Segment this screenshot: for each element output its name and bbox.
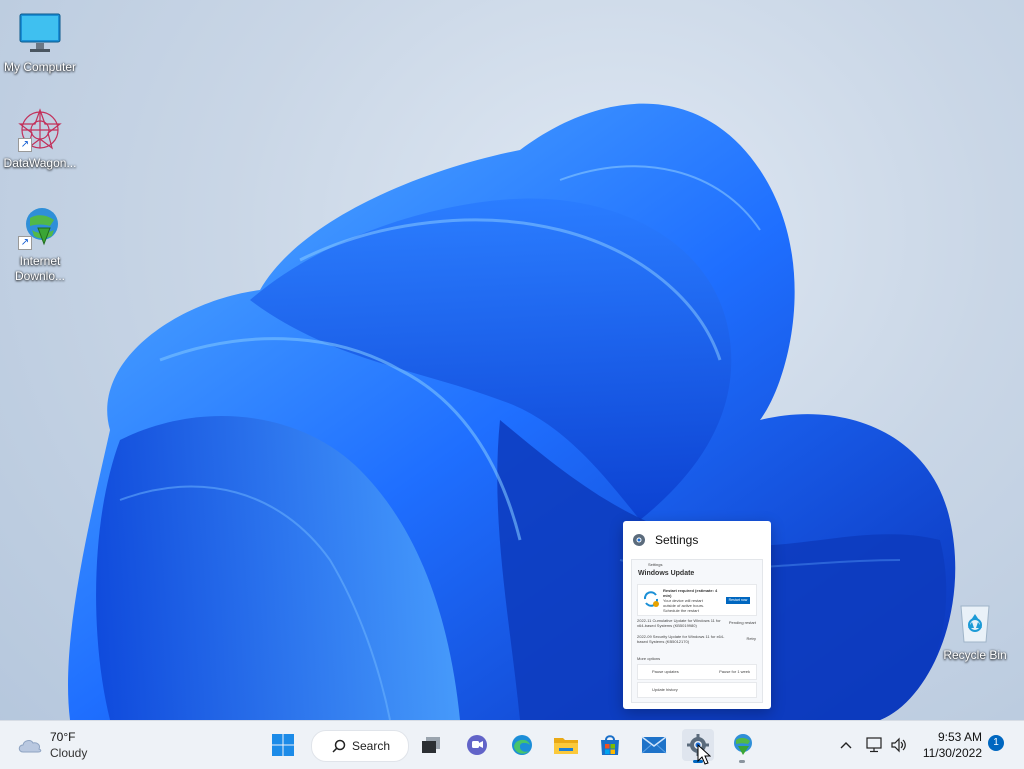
preview-update-item: 2022-09 Security Update for Windows 11 f… [637, 634, 725, 644]
settings-gear-icon [633, 534, 645, 546]
mail-button[interactable] [638, 729, 670, 761]
desktop-icon-internet-download-manager[interactable]: ↗ Internet Downlo... [0, 204, 80, 284]
weather-temperature: 70°F [50, 730, 76, 744]
show-hidden-icons-button[interactable] [836, 729, 856, 761]
mouse-pointer-icon [697, 744, 711, 765]
taskbar-clock[interactable]: 9:53 AM 11/30/2022 [910, 729, 982, 761]
settings-window-thumbnail[interactable]: Settings Settings Windows Update Restart… [623, 521, 771, 709]
shortcut-arrow-icon: ↗ [18, 236, 32, 250]
shortcut-arrow-icon: ↗ [18, 138, 32, 152]
volume-button[interactable] [888, 729, 910, 761]
desktop-wallpaper [68, 103, 956, 720]
preview-history-card: Update history [637, 682, 757, 698]
update-sync-icon [643, 591, 659, 607]
idm-globe-icon: ↗ [16, 204, 64, 252]
teams-chat-icon [467, 735, 487, 755]
network-status-button[interactable] [864, 729, 886, 761]
chevron-up-icon [840, 742, 852, 749]
preview-update-item: 2022-11 Cumulative Update for Windows 11… [637, 618, 721, 628]
desktop-icon-datawagon[interactable]: ↗ DataWagon... [0, 106, 80, 171]
weather-condition: Cloudy [50, 746, 88, 760]
store-icon [601, 735, 619, 755]
search-icon [332, 739, 346, 753]
edge-icon [512, 735, 532, 755]
preview-status-card: Restart required (estimate: 4 min) Your … [637, 584, 757, 616]
desktop-icon-recycle-bin[interactable]: Recycle Bin [935, 598, 1015, 663]
taskbar: 70°F Cloudy Search 9:53 AM 11/30/2022 [0, 720, 1024, 769]
thumbnail-title: Settings [655, 533, 699, 547]
thumbnail-header: Settings [623, 521, 771, 559]
desktop-icon-my-computer[interactable]: My Computer [0, 10, 80, 75]
task-view-button[interactable] [415, 729, 447, 761]
desktop-icon-label: Recycle Bin [943, 648, 1007, 662]
weather-widget[interactable]: 70°F Cloudy [16, 729, 87, 761]
preview-pause-value: Pause for 1 week [719, 669, 750, 674]
preview-page-title: Windows Update [638, 570, 695, 577]
preview-status-title: Restart required (estimate: 4 min) [663, 588, 718, 598]
desktop-icon-label-line1: Internet [19, 254, 61, 268]
preview-update-status: Retry [746, 636, 756, 641]
desktop-icon-label-line2: Downlo... [14, 269, 66, 283]
notification-badge[interactable]: 1 [988, 735, 1004, 751]
preview-status-desc: Your device will restart outside of acti… [663, 598, 705, 608]
preview-pause-label: Pause updates [652, 669, 679, 674]
preview-restart-button: Restart now [726, 597, 750, 604]
recycle-bin-icon [951, 598, 999, 646]
cloud-icon [18, 740, 42, 753]
datawagon-logo-icon: ↗ [16, 106, 64, 154]
teams-chat-button[interactable] [461, 729, 493, 761]
microsoft-store-button[interactable] [594, 729, 626, 761]
preview-window-title: Settings [648, 562, 663, 567]
edge-browser-button[interactable] [506, 729, 538, 761]
idm-taskbar-button[interactable] [726, 729, 758, 763]
volume-icon [891, 737, 906, 753]
clock-time: 9:53 AM [937, 730, 982, 744]
preview-update-status: Pending restart [728, 620, 756, 625]
start-button[interactable] [267, 729, 299, 761]
preview-more-options: More options [637, 656, 661, 661]
task-view-icon [422, 737, 440, 753]
desktop-icon-label: DataWagon... [3, 156, 77, 170]
mail-icon [641, 736, 667, 754]
preview-pause-card: Pause updates Pause for 1 week [637, 664, 757, 680]
taskbar-search-button[interactable]: Search [311, 730, 409, 762]
monitor-icon [16, 10, 64, 58]
desktop-icon-label: My Computer [3, 60, 77, 74]
file-explorer-icon [554, 738, 578, 754]
windows-start-icon [272, 734, 294, 756]
running-indicator [739, 760, 745, 763]
clock-date: 11/30/2022 [922, 746, 982, 760]
idm-icon [734, 734, 752, 755]
preview-history-label: Update history [652, 687, 678, 692]
preview-schedule-link: Schedule the restart [663, 608, 699, 613]
network-icon [866, 737, 882, 753]
file-explorer-button[interactable] [550, 729, 582, 761]
thumbnail-preview-content: Settings Windows Update Restart required… [631, 559, 763, 703]
search-label: Search [352, 739, 391, 753]
